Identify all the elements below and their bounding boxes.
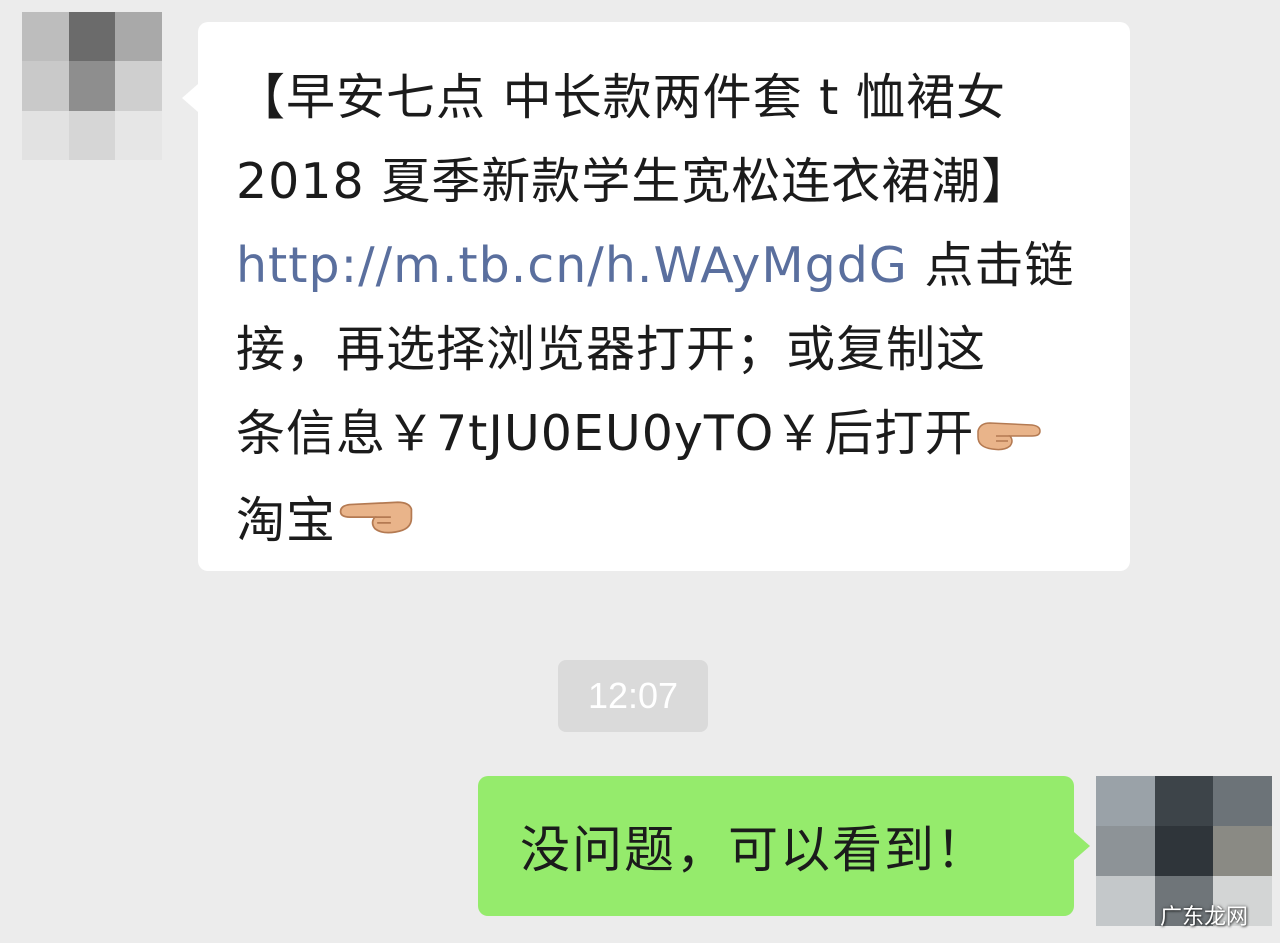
message-line-rest: 点击链 (907, 237, 1075, 294)
pointing-right-hand-icon (336, 481, 416, 565)
pointing-right-hand-icon (974, 395, 1044, 479)
message-line: 淘宝 (236, 479, 1092, 566)
message-line: 条信息￥7tJU0EU0yTO￥后打开 (236, 392, 1092, 479)
message-line: 2018 夏季新款学生宽松连衣裙潮】 (236, 153, 1032, 210)
message-line: http://m.tb.cn/h.WAyMgdG 点击链 (236, 224, 1092, 308)
contact-avatar[interactable] (22, 12, 162, 160)
incoming-message-text: 【早安七点 中长款两件套 t 恤裙女 2018 夏季新款学生宽松连衣裙潮】 ht… (236, 56, 1092, 565)
message-line-text: 淘宝 (236, 491, 337, 549)
outgoing-message-text: 没问题，可以看到！ (520, 821, 988, 879)
message-line: 接，再选择浏览器打开；或复制这 (236, 321, 987, 378)
outgoing-message-bubble[interactable]: 没问题，可以看到！ (478, 776, 1090, 916)
watermark: 广东龙网 (1159, 905, 1248, 930)
message-timestamp: 12:07 (558, 660, 708, 732)
message-line-text: 条信息￥7tJU0EU0yTO￥后打开 (236, 405, 975, 462)
incoming-message-bubble[interactable]: 【早安七点 中长款两件套 t 恤裙女 2018 夏季新款学生宽松连衣裙潮】 ht… (182, 22, 1130, 571)
product-link[interactable]: http://m.tb.cn/h.WAyMgdG (236, 237, 908, 294)
message-line: 【早安七点 中长款两件套 t 恤裙女 (236, 69, 1006, 126)
